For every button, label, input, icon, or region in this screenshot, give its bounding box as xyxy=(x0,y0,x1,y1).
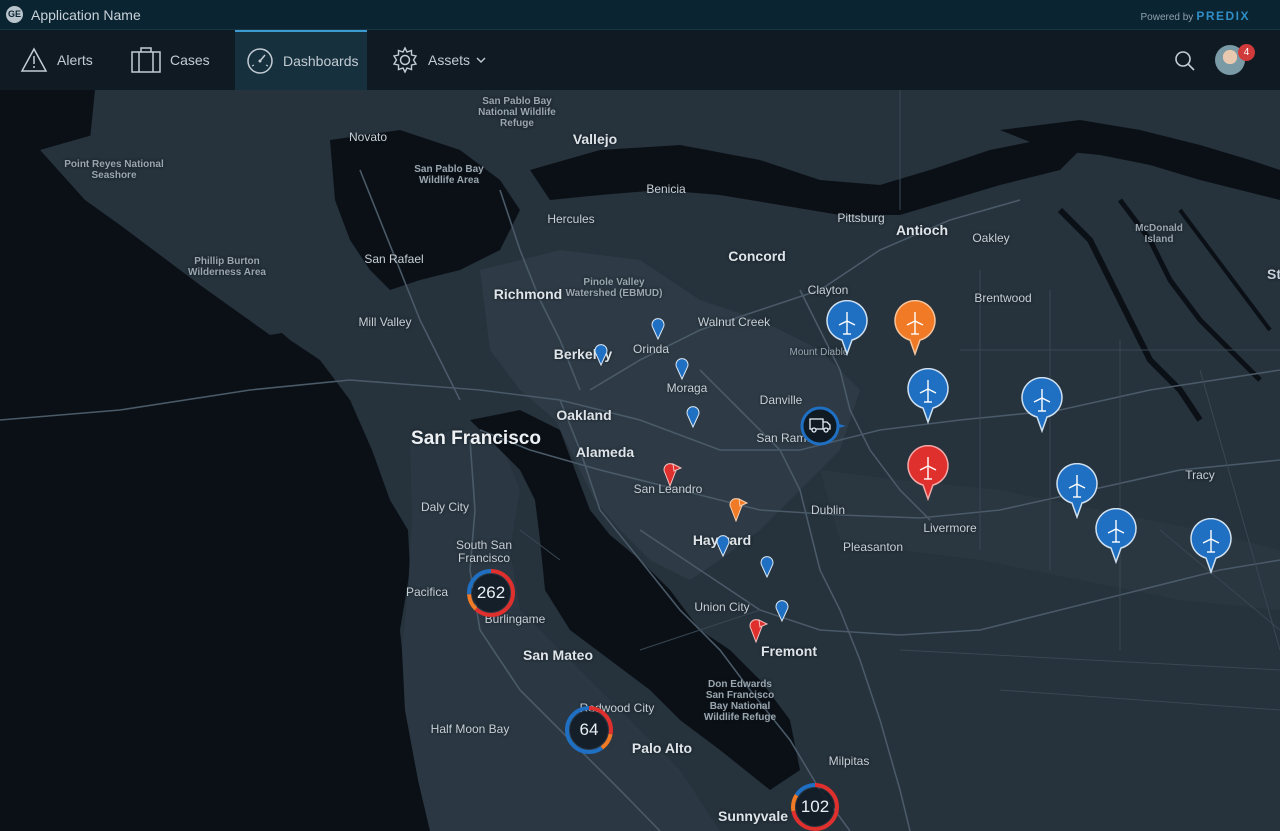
label-oakley: Oakley xyxy=(972,231,1010,245)
cluster-count: 64 xyxy=(579,720,599,739)
nav-assets-label: Assets xyxy=(428,52,471,68)
label-pacifica: Pacifica xyxy=(405,585,449,599)
predix-brand: PREDIX xyxy=(1196,9,1250,23)
location-pin-icon[interactable] xyxy=(760,556,774,578)
label-edge-st: St xyxy=(1267,266,1280,282)
wind-turbine-marker[interactable] xyxy=(1020,377,1064,433)
label-union-city: Union City xyxy=(694,600,750,614)
wind-turbine-marker-warning[interactable] xyxy=(893,300,937,356)
label-concord: Concord xyxy=(728,248,786,264)
label-dublin: Dublin xyxy=(810,503,846,517)
label-alameda: Alameda xyxy=(575,444,635,460)
powered-by-text: Powered by xyxy=(1140,12,1194,23)
label-sunnyvale: Sunnyvale xyxy=(717,808,789,824)
wind-turbine-marker[interactable] xyxy=(1189,518,1233,574)
map-base xyxy=(0,90,1280,831)
alert-flag-icon[interactable] xyxy=(748,617,770,643)
label-danville: Danville xyxy=(759,393,803,407)
label-palo-alto: Palo Alto xyxy=(631,740,693,756)
label-brentwood: Brentwood xyxy=(974,291,1032,305)
label-novato: Novato xyxy=(348,130,388,144)
label-park-san-pablo-refuge: San Pablo Bay National Wildlife Refuge xyxy=(478,96,556,129)
warning-flag-icon[interactable] xyxy=(728,496,750,522)
wind-turbine-marker[interactable] xyxy=(1055,463,1099,519)
cluster-marker[interactable]: 262 xyxy=(466,568,516,618)
nav-dashboards-label: Dashboards xyxy=(283,53,359,69)
location-pin-icon[interactable] xyxy=(775,600,789,622)
label-pittsburg: Pittsburg xyxy=(837,211,885,225)
label-milpitas: Milpitas xyxy=(828,754,870,768)
label-orinda: Orinda xyxy=(632,342,670,356)
nav-assets[interactable]: Assets xyxy=(391,30,488,90)
label-fremont: Fremont xyxy=(761,643,817,659)
label-park-pinole-valley: Pinole Valley Watershed (EBMUD) xyxy=(565,277,663,299)
label-san-rafael: San Rafael xyxy=(364,252,424,266)
map-view[interactable]: San Francisco Oakland Alameda Richmond B… xyxy=(0,90,1280,831)
nav-alerts-label: Alerts xyxy=(57,52,93,68)
warning-icon xyxy=(20,47,48,72)
location-pin-icon[interactable] xyxy=(716,535,730,557)
label-san-mateo: San Mateo xyxy=(522,647,594,663)
wind-turbine-marker[interactable] xyxy=(906,368,950,424)
location-pin-icon[interactable] xyxy=(651,318,665,340)
powered-by: Powered by PREDIX xyxy=(1141,9,1251,23)
label-park-mcdonald: McDonald Island xyxy=(1135,223,1183,245)
label-park-phillip-burton: Phillip Burton Wilderness Area xyxy=(188,256,266,278)
alert-flag-icon[interactable] xyxy=(662,461,684,487)
gear-icon xyxy=(392,46,418,74)
location-pin-icon[interactable] xyxy=(675,358,689,380)
label-livermore: Livermore xyxy=(923,521,977,535)
nav-cases-label: Cases xyxy=(170,52,210,68)
app-name: Application Name xyxy=(31,7,141,23)
cluster-count: 102 xyxy=(800,797,830,816)
label-walnut-creek: Walnut Creek xyxy=(697,315,771,329)
label-daly-city: Daly City xyxy=(420,500,470,514)
cluster-marker[interactable]: 64 xyxy=(564,705,614,755)
nav-alerts[interactable]: Alerts xyxy=(20,30,93,90)
truck-icon[interactable] xyxy=(799,405,851,447)
wind-turbine-marker-alert[interactable] xyxy=(906,445,950,501)
label-park-san-pablo-bay: San Pablo Bay Wildlife Area xyxy=(414,164,484,186)
location-pin-icon[interactable] xyxy=(594,344,608,366)
label-hercules: Hercules xyxy=(547,212,595,226)
label-park-point-reyes: Point Reyes National Seashore xyxy=(64,159,164,181)
top-bar: GE Application Name Powered by PREDIX xyxy=(0,0,1280,30)
briefcase-icon xyxy=(131,47,161,73)
cluster-count: 262 xyxy=(476,583,506,602)
dashboard-icon xyxy=(247,48,273,74)
label-benicia: Benicia xyxy=(646,182,686,196)
label-pleasanton: Pleasanton xyxy=(842,540,904,554)
label-antioch: Antioch xyxy=(895,222,949,238)
notification-badge: 4 xyxy=(1238,44,1255,61)
nav-cases[interactable]: Cases xyxy=(131,30,210,90)
label-clayton: Clayton xyxy=(807,283,849,297)
label-park-don-edwards: Don Edwards San Francisco Bay National W… xyxy=(703,679,777,723)
chevron-down-icon xyxy=(476,57,486,63)
label-richmond: Richmond xyxy=(493,286,563,302)
label-half-moon-bay: Half Moon Bay xyxy=(430,722,510,736)
label-san-francisco: San Francisco xyxy=(411,428,541,449)
label-moraga: Moraga xyxy=(666,381,708,395)
label-mill-valley: Mill Valley xyxy=(358,315,412,329)
label-vallejo: Vallejo xyxy=(572,131,618,147)
wind-turbine-marker[interactable] xyxy=(1094,508,1138,564)
label-south-san-francisco: South San Francisco xyxy=(455,538,513,566)
label-oakland: Oakland xyxy=(556,407,612,423)
label-tracy: Tracy xyxy=(1185,468,1215,482)
search-icon[interactable] xyxy=(1174,50,1196,72)
cluster-marker[interactable]: 102 xyxy=(790,782,840,831)
nav-dashboards[interactable]: Dashboards xyxy=(235,30,367,90)
wind-turbine-marker[interactable] xyxy=(825,300,869,356)
location-pin-icon[interactable] xyxy=(686,406,700,428)
ge-logo: GE xyxy=(6,6,23,23)
main-nav: Alerts Cases Dashboards Assets 4 xyxy=(0,30,1280,90)
